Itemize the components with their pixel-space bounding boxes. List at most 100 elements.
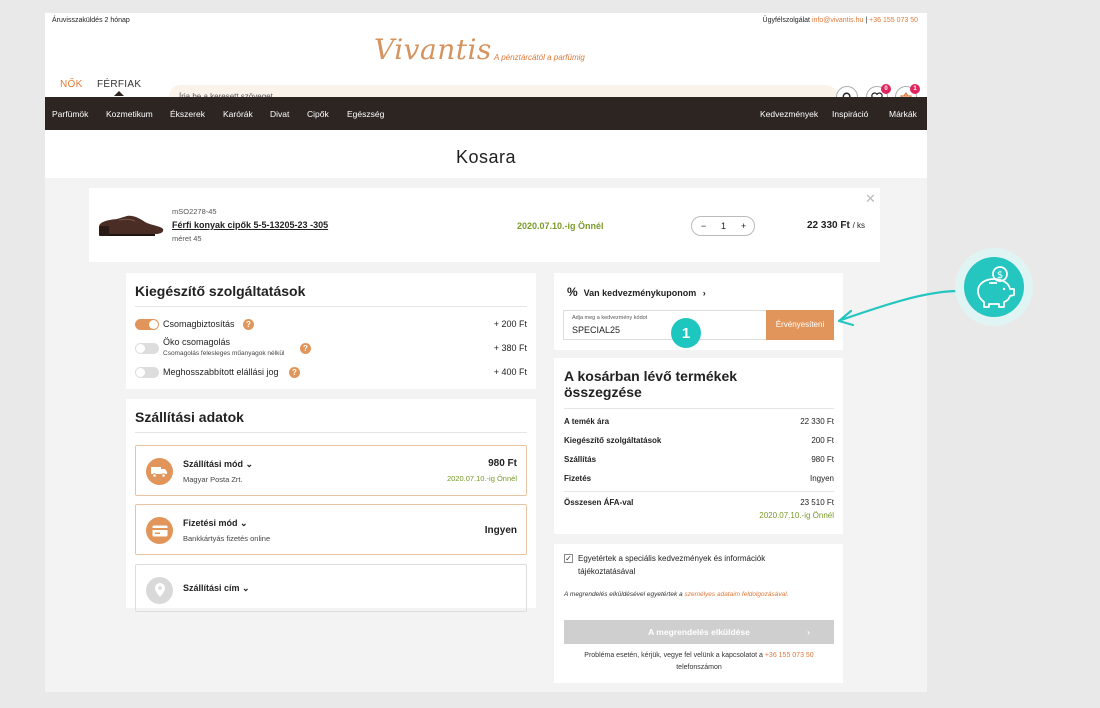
nav-item-cosmetics[interactable]: Kozmetikum [106, 109, 153, 119]
divider [135, 432, 527, 433]
truck-icon [146, 458, 173, 485]
nav-item-shoes[interactable]: Cipők [307, 109, 329, 119]
coupon-toggle[interactable]: % Van kedvezménykuponom › [567, 285, 706, 299]
coupon-code-input[interactable]: Adja meg a kedvezmény kódot SPECIAL25 [563, 310, 766, 340]
annotation-arrow [837, 289, 960, 327]
order-summary-card: A kosárban lévő termékek összegzése A te… [554, 358, 843, 534]
page-title: Kosara [455, 147, 517, 167]
support-phone-link[interactable]: +36 155 073 50 [765, 652, 814, 659]
active-tab-marker [114, 91, 124, 96]
nav-item-jewelry[interactable]: Ékszerek [170, 109, 205, 119]
marketing-consent-checkbox[interactable]: ✓ [564, 554, 573, 563]
summary-title: A kosárban lévő termékek összegzése [564, 368, 738, 400]
chevron-down-icon: ⌄ [245, 459, 254, 469]
nav-item-perfumes[interactable]: Parfümök [52, 109, 88, 119]
chevron-down-icon: ⌄ [240, 518, 248, 528]
step-number-badge: 1 [671, 318, 701, 348]
quantity-stepper: − 1 + [691, 216, 755, 236]
legal-notice: A megrendelés elküldésével egyetértek a … [564, 591, 789, 598]
main-navigation: Parfümök Kozmetikum Ékszerek Karórák Div… [45, 97, 927, 130]
toggle-eco-packaging[interactable] [135, 343, 159, 354]
product-code: mSO2278-45 [172, 207, 217, 216]
vivantis-logo[interactable]: Vivantis [374, 33, 492, 66]
shipping-address-box[interactable]: Szállítási cím ⌄ [135, 564, 527, 612]
toggle-package-insurance[interactable] [135, 319, 159, 330]
nav-item-health[interactable]: Egészség [347, 109, 384, 119]
summary-delivery-date: 2020.07.10.-ig Önnél [759, 511, 834, 520]
customer-service-info: Ügyfélszolgálat info@vivantis.hu | +36 1… [763, 17, 918, 24]
tab-men[interactable]: FÉRFIAK [97, 79, 141, 90]
toggle-extended-withdrawal[interactable] [135, 367, 159, 378]
service-label-eco: Öko csomagolás [163, 337, 231, 347]
chevron-right-icon: › [807, 627, 810, 637]
shipping-title: Szállítási adatok [135, 409, 244, 425]
service-sub-eco: Csomagolás felesleges műanyagok nélkül [163, 350, 285, 357]
shipping-method-box[interactable]: Szállítási mód ⌄ Magyar Posta Zrt. 980 F… [135, 445, 527, 496]
privacy-link[interactable]: személyes adataim feldolgozásával. [684, 591, 788, 598]
nav-item-brands[interactable]: Márkák [889, 109, 917, 119]
chevron-down-icon: ⌄ [242, 583, 250, 593]
wishlist-count-badge: 0 [881, 84, 891, 94]
piggy-bank-badge: $ [955, 248, 1033, 326]
service-price-eco: + 380 Ft [493, 343, 527, 353]
divider [135, 306, 527, 307]
customer-service-email[interactable]: info@vivantis.hu [812, 17, 863, 24]
separator: | [865, 17, 868, 24]
customer-service-phone[interactable]: +36 155 073 50 [869, 17, 918, 24]
coupon-field-value: SPECIAL25 [572, 325, 621, 335]
support-contact-text: Probléma esetén, kérjük, vegye fel velün… [584, 652, 814, 671]
header: Vivantis A pénztárcától a parfümig NŐK F… [45, 29, 927, 108]
divider [564, 491, 834, 492]
shipping-date: 2020.07.10.-ig Önnél [446, 474, 517, 483]
divider [564, 408, 834, 409]
delivery-date: 2020.07.10.-ig Önnél [517, 221, 604, 231]
quantity-decrease-button[interactable]: − [701, 221, 706, 231]
services-title: Kiegészítő szolgáltatások [135, 283, 306, 299]
cart-item: mSO2278-45 Férfi konyak cipők 5-5-13205-… [89, 188, 880, 262]
customer-service-label: Ügyfélszolgálat [762, 17, 810, 24]
marketing-consent-label: Egyetértek a speciális kedvezmények és i… [578, 554, 766, 576]
payment-method-detail: Bankkártyás fizetés online [183, 534, 271, 543]
logo-tagline: A pénztárcától a parfümig [494, 53, 585, 62]
page: Áruvisszaküldés 2 hónap Ügyfélszolgálat … [45, 13, 927, 692]
coupon-field-label: Adja meg a kedvezmény kódot [572, 315, 648, 321]
submit-order-button[interactable]: A megrendelés elküldése › [564, 620, 834, 644]
nav-item-watches[interactable]: Karórák [223, 109, 253, 119]
help-icon[interactable]: ? [300, 343, 311, 354]
piggy-bank-icon: $ [964, 257, 1024, 317]
payment-price: Ingyen [484, 525, 517, 536]
payment-method-box[interactable]: Fizetési mód ⌄ Bankkártyás fizetés onlin… [135, 504, 527, 555]
chevron-right-icon: › [702, 288, 706, 298]
help-icon[interactable]: ? [289, 367, 300, 378]
consent-card: ✓ Egyetértek a speciális kedvezmények és… [554, 544, 843, 683]
nav-item-fashion[interactable]: Divat [270, 109, 289, 119]
nav-item-inspiration[interactable]: Inspiráció [832, 109, 868, 119]
percent-icon: % [567, 285, 578, 299]
additional-services-card: Kiegészítő szolgáltatások Csomagbiztosít… [126, 273, 536, 389]
shipping-details-card: Szállítási adatok Szállítási mód ⌄ Magya… [126, 399, 536, 612]
quantity-increase-button[interactable]: + [741, 221, 746, 231]
top-info-bar: Áruvisszaküldés 2 hónap Ügyfélszolgálat … [45, 13, 927, 29]
shipping-method-label: Szállítási mód ⌄ [183, 459, 254, 469]
product-price-value: 22 330 Ft [807, 220, 850, 231]
returns-info: Áruvisszaküldés 2 hónap [52, 17, 130, 24]
product-image[interactable] [97, 210, 165, 238]
tab-women[interactable]: NŐK [60, 79, 83, 90]
price-unit: / ks [852, 221, 866, 230]
product-name-link[interactable]: Férfi konyak cipők 5-5-13205-23 -305 [172, 220, 328, 230]
service-price-insurance: + 200 Ft [493, 319, 527, 329]
quantity-value[interactable]: 1 [721, 221, 726, 231]
service-price-withdrawal: + 400 Ft [493, 367, 527, 377]
apply-coupon-button[interactable]: Érvényesíteni [766, 310, 834, 340]
service-label-insurance: Csomagbiztosítás [163, 319, 235, 329]
remove-item-button[interactable]: ✕ [865, 191, 876, 207]
cart-count-badge: 1 [910, 84, 920, 94]
credit-card-icon [146, 517, 173, 544]
product-size: méret 45 [172, 234, 202, 243]
payment-method-label: Fizetési mód ⌄ [183, 518, 248, 528]
location-pin-icon [146, 577, 173, 604]
shipping-price: 980 Ft [488, 458, 517, 469]
help-icon[interactable]: ? [243, 319, 254, 330]
shipping-carrier: Magyar Posta Zrt. [183, 475, 243, 484]
nav-item-discounts[interactable]: Kedvezmények [760, 109, 818, 119]
